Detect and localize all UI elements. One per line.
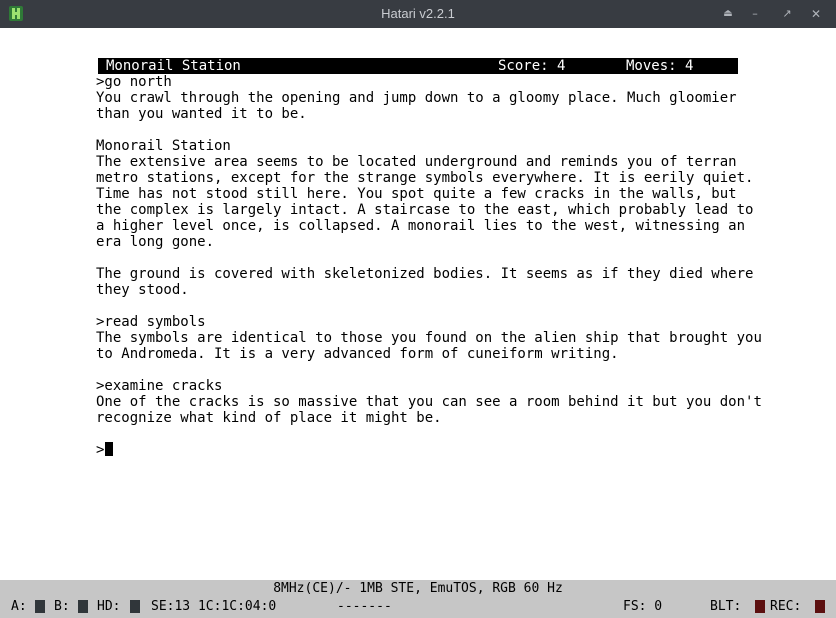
- transcript-line: >examine cracks: [96, 378, 223, 394]
- transcript-line: than you wanted it to be.: [96, 106, 307, 122]
- status-message: -------: [337, 599, 392, 614]
- command-prompt[interactable]: >: [96, 442, 756, 458]
- transcript-line: [96, 298, 756, 314]
- game-transcript: >go north You crawl through the opening a…: [96, 74, 762, 458]
- transcript-line: to Andromeda. It is a very advanced form…: [96, 346, 619, 362]
- transcript-line: Monorail Station: [96, 138, 231, 154]
- transcript-line: Time has not stood still here. You spot …: [96, 186, 737, 202]
- game-status-line: Monorail Station Score: 4 Moves: 4: [98, 58, 738, 74]
- transcript-line: [96, 362, 756, 378]
- drive-a-label: A:: [11, 599, 27, 614]
- status-location: Monorail Station: [106, 58, 241, 74]
- transcript-line: metro stations, except for the strange s…: [96, 170, 754, 186]
- transcript-line: One of the cracks is so massive that you…: [96, 394, 762, 410]
- minimize-icon[interactable]: –: [745, 4, 765, 24]
- title-bar[interactable]: Hatari v2.2.1 ⏏ – ↗ ✕: [0, 0, 836, 28]
- transcript-line: >read symbols: [96, 314, 206, 330]
- transcript-line: they stood.: [96, 282, 189, 298]
- eject-icon[interactable]: ⏏: [718, 4, 738, 24]
- blitter-label: BLT:: [710, 599, 742, 614]
- blitter-led: [755, 600, 765, 613]
- status-score: Score: 4: [498, 58, 566, 74]
- status-moves: Moves: 4: [626, 58, 694, 74]
- transcript-line: [96, 250, 756, 266]
- transcript-line: You crawl through the opening and jump d…: [96, 90, 737, 106]
- hatari-window: Hatari v2.2.1 ⏏ – ↗ ✕ Monorail Station S…: [0, 0, 836, 618]
- prompt-symbol: >: [96, 442, 105, 458]
- transcript-line: The ground is covered with skeletonized …: [96, 266, 754, 282]
- machine-config: 8MHz(CE)/- 1MB STE, EmuTOS, RGB 60 Hz: [273, 581, 563, 596]
- window-title: Hatari v2.2.1: [381, 6, 455, 21]
- transcript-line: The extensive area seems to be located u…: [96, 154, 737, 170]
- transcript-line: The symbols are identical to those you f…: [96, 330, 762, 346]
- floppy-position: SE:13 1C:1C:04:0: [151, 599, 277, 614]
- transcript-line: >go north: [96, 74, 172, 90]
- frameskip: FS: 0: [623, 599, 663, 614]
- close-icon[interactable]: ✕: [806, 4, 826, 24]
- transcript-line: a higher level once, is collapsed. A mon…: [96, 218, 746, 234]
- transcript-line: [96, 426, 756, 442]
- drive-b-led: [78, 600, 88, 613]
- transcript-line: [96, 122, 756, 138]
- maximize-icon[interactable]: ↗: [777, 4, 797, 24]
- drive-b-label: B:: [54, 599, 70, 614]
- drive-a-led: [35, 600, 45, 613]
- drive-hd-led: [130, 600, 140, 613]
- transcript-line: recognize what kind of place it might be…: [96, 410, 442, 426]
- transcript-line: era long gone.: [96, 234, 215, 250]
- drive-hd-label: HD:: [97, 599, 121, 614]
- record-led: [815, 600, 825, 613]
- record-label: REC:: [770, 599, 802, 614]
- text-cursor: [105, 442, 114, 456]
- drive-status-row: A: B: HD: SE:13 1C:1C:04:0 ------- FS: 0…: [0, 599, 836, 615]
- transcript-line: the complex is largely intact. A stairca…: [96, 202, 754, 218]
- hatari-statusbar: 8MHz(CE)/- 1MB STE, EmuTOS, RGB 60 Hz A:…: [0, 580, 836, 618]
